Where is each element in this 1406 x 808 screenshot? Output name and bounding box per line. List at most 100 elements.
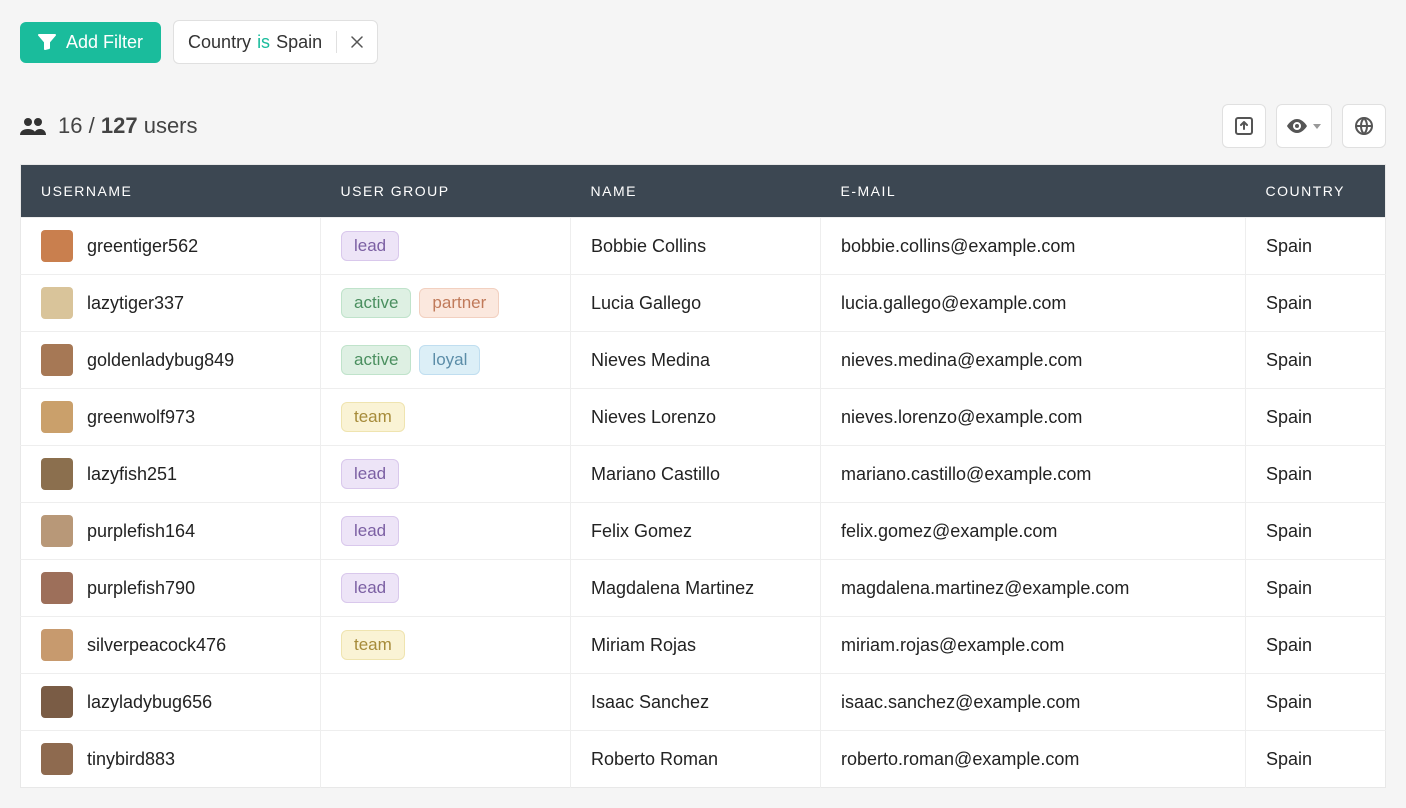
table-row[interactable]: tinybird883 Roberto Romanroberto.roman@ex… <box>21 731 1386 788</box>
table-row[interactable]: silverpeacock476teamMiriam Rojasmiriam.r… <box>21 617 1386 674</box>
column-header-group[interactable]: USER GROUP <box>321 165 571 218</box>
username-text: purplefish790 <box>87 578 195 599</box>
cell-user-group: lead <box>321 560 571 617</box>
avatar <box>41 629 73 661</box>
avatar <box>41 743 73 775</box>
username-text: lazytiger337 <box>87 293 184 314</box>
cell-username: lazyladybug656 <box>21 674 321 731</box>
filtered-count: 16 <box>58 113 82 138</box>
cell-country: Spain <box>1246 332 1386 389</box>
filter-icon <box>38 34 56 50</box>
table-row[interactable]: purplefish790leadMagdalena Martinezmagda… <box>21 560 1386 617</box>
cell-country: Spain <box>1246 275 1386 332</box>
avatar <box>41 344 73 376</box>
group-badge: lead <box>341 516 399 546</box>
cell-user-group: lead <box>321 503 571 560</box>
eye-icon <box>1287 119 1307 133</box>
cell-user-group: lead <box>321 446 571 503</box>
filter-chip-value: Spain <box>276 32 322 53</box>
table-row[interactable]: greentiger562leadBobbie Collinsbobbie.co… <box>21 218 1386 275</box>
count-separator: / <box>89 113 95 138</box>
table-row[interactable]: lazyladybug656Isaac Sanchezisaac.sanchez… <box>21 674 1386 731</box>
filter-chip-field: Country <box>188 32 251 53</box>
visibility-dropdown-button[interactable] <box>1276 104 1332 148</box>
users-icon <box>20 117 46 135</box>
cell-username: greentiger562 <box>21 218 321 275</box>
table-row[interactable]: greenwolf973teamNieves Lorenzonieves.lor… <box>21 389 1386 446</box>
cell-name: Felix Gomez <box>571 503 821 560</box>
avatar <box>41 686 73 718</box>
result-count: 16 / 127 users <box>20 113 198 139</box>
add-filter-label: Add Filter <box>66 32 143 53</box>
globe-icon <box>1355 117 1373 135</box>
username-text: lazyfish251 <box>87 464 177 485</box>
cell-name: Lucia Gallego <box>571 275 821 332</box>
toolbar <box>1222 104 1386 148</box>
cell-username: purplefish164 <box>21 503 321 560</box>
cell-email: lucia.gallego@example.com <box>821 275 1246 332</box>
table-row[interactable]: goldenladybug849activeloyalNieves Medina… <box>21 332 1386 389</box>
cell-name: Nieves Lorenzo <box>571 389 821 446</box>
cell-user-group: activepartner <box>321 275 571 332</box>
cell-country: Spain <box>1246 731 1386 788</box>
cell-country: Spain <box>1246 218 1386 275</box>
column-header-name[interactable]: NAME <box>571 165 821 218</box>
cell-country: Spain <box>1246 560 1386 617</box>
filter-bar: Add Filter Country is Spain <box>20 20 1386 64</box>
group-badge: active <box>341 288 411 318</box>
cell-user-group <box>321 731 571 788</box>
cell-email: felix.gomez@example.com <box>821 503 1246 560</box>
column-header-country[interactable]: COUNTRY <box>1246 165 1386 218</box>
cell-username: purplefish790 <box>21 560 321 617</box>
username-text: lazyladybug656 <box>87 692 212 713</box>
globe-button[interactable] <box>1342 104 1386 148</box>
cell-name: Mariano Castillo <box>571 446 821 503</box>
cell-email: nieves.medina@example.com <box>821 332 1246 389</box>
avatar <box>41 572 73 604</box>
cell-name: Isaac Sanchez <box>571 674 821 731</box>
table-row[interactable]: lazytiger337 activepartnerLucia Gallegolu… <box>21 275 1386 332</box>
avatar <box>41 287 73 319</box>
filter-chip-remove-button[interactable] <box>351 36 363 48</box>
username-text: goldenladybug849 <box>87 350 234 371</box>
cell-country: Spain <box>1246 674 1386 731</box>
cell-name: Magdalena Martinez <box>571 560 821 617</box>
cell-name: Miriam Rojas <box>571 617 821 674</box>
cell-name: Roberto Roman <box>571 731 821 788</box>
add-filter-button[interactable]: Add Filter <box>20 22 161 63</box>
avatar <box>41 458 73 490</box>
table-row[interactable]: lazyfish251 leadMariano Castillomariano.c… <box>21 446 1386 503</box>
chevron-down-icon <box>1313 124 1321 129</box>
username-text: purplefish164 <box>87 521 195 542</box>
cell-email: roberto.roman@example.com <box>821 731 1246 788</box>
count-unit: users <box>144 113 198 138</box>
column-header-username[interactable]: USERNAME <box>21 165 321 218</box>
filter-chip[interactable]: Country is Spain <box>173 20 378 64</box>
users-table: USERNAME USER GROUP NAME E-MAIL COUNTRY … <box>20 164 1386 788</box>
cell-username: silverpeacock476 <box>21 617 321 674</box>
cell-email: bobbie.collins@example.com <box>821 218 1246 275</box>
cell-country: Spain <box>1246 446 1386 503</box>
filter-chip-operator: is <box>257 32 270 53</box>
group-badge: team <box>341 630 405 660</box>
cell-user-group <box>321 674 571 731</box>
total-count: 127 <box>101 113 138 138</box>
list-header: 16 / 127 users <box>20 104 1386 148</box>
avatar <box>41 230 73 262</box>
column-header-email[interactable]: E-MAIL <box>821 165 1246 218</box>
group-badge: active <box>341 345 411 375</box>
cell-country: Spain <box>1246 389 1386 446</box>
cell-email: nieves.lorenzo@example.com <box>821 389 1246 446</box>
avatar <box>41 515 73 547</box>
username-text: tinybird883 <box>87 749 175 770</box>
cell-username: greenwolf973 <box>21 389 321 446</box>
open-external-button[interactable] <box>1222 104 1266 148</box>
cell-username: lazyfish251 <box>21 446 321 503</box>
table-row[interactable]: purplefish164 lead Felix Gomezfelix.gomez@… <box>21 503 1386 560</box>
group-badge: loyal <box>419 345 480 375</box>
cell-username: lazytiger337 <box>21 275 321 332</box>
cell-name: Bobbie Collins <box>571 218 821 275</box>
cell-email: mariano.castillo@example.com <box>821 446 1246 503</box>
filter-chip-divider <box>336 31 337 53</box>
open-external-icon <box>1235 117 1253 135</box>
